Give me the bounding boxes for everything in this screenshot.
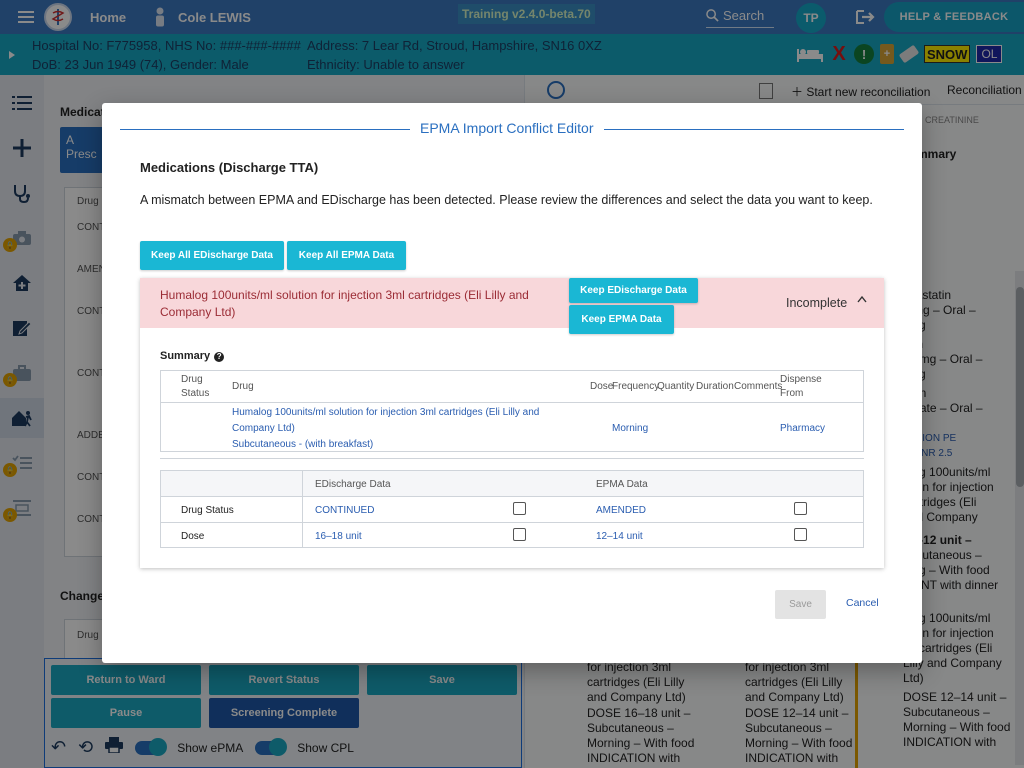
chevron-up-icon[interactable] bbox=[857, 292, 867, 306]
conflict-editor-dialog: EPMA Import Conflict Editor Medications … bbox=[102, 103, 922, 663]
drug-title: Humalog 100units/ml solution for injecti… bbox=[160, 288, 529, 319]
table-row: Drug Status CONTINUED AMENDED bbox=[161, 497, 863, 523]
epma-checkbox[interactable] bbox=[794, 528, 807, 541]
mismatch-message: A mismatch between EPMA and EDischarge h… bbox=[140, 193, 873, 207]
epma-value: AMENDED bbox=[596, 505, 647, 516]
column-header-dispense-from: Dispense From bbox=[780, 374, 822, 399]
summary-label: Summary? bbox=[160, 350, 225, 362]
conflict-panel-header[interactable]: Humalog 100units/ml solution for injecti… bbox=[140, 278, 884, 334]
conflict-panel: Humalog 100units/ml solution for injecti… bbox=[140, 278, 884, 568]
dialog-save-button[interactable]: Save bbox=[775, 590, 826, 619]
column-header-drug: Drug bbox=[232, 381, 254, 392]
epma-value: 12–14 unit bbox=[596, 531, 643, 542]
column-header-epma: EPMA Data bbox=[596, 479, 648, 490]
keep-edischarge-button[interactable]: Keep EDischarge Data bbox=[569, 278, 698, 303]
edischarge-checkbox[interactable] bbox=[513, 528, 526, 541]
edischarge-checkbox[interactable] bbox=[513, 502, 526, 515]
comparison-table-header: EDischarge Data EPMA Data bbox=[161, 471, 863, 497]
keep-all-epma-button[interactable]: Keep All EPMA Data bbox=[287, 241, 406, 270]
edischarge-value: CONTINUED bbox=[315, 505, 375, 516]
summary-table: Drug Status Drug Dose Frequency Quantity… bbox=[160, 370, 864, 452]
dialog-title: EPMA Import Conflict Editor bbox=[410, 120, 604, 136]
column-header-edischarge: EDischarge Data bbox=[315, 479, 391, 490]
column-header-dose: Dose bbox=[590, 381, 614, 392]
help-icon[interactable]: ? bbox=[214, 351, 225, 362]
epma-checkbox[interactable] bbox=[794, 502, 807, 515]
column-header-comments: Comments bbox=[734, 381, 783, 392]
row-label: Dose bbox=[181, 531, 205, 542]
keep-all-edischarge-button[interactable]: Keep All EDischarge Data bbox=[140, 241, 284, 270]
row-label: Drug Status bbox=[181, 505, 234, 516]
table-row: Dose 16–18 unit 12–14 unit bbox=[161, 523, 863, 549]
comparison-table: EDischarge Data EPMA Data Drug Status CO… bbox=[160, 470, 864, 548]
summary-drug-name: Humalog 100units/ml solution for injecti… bbox=[232, 407, 540, 434]
summary-text: Summary bbox=[160, 350, 211, 362]
column-header-drug-status: Drug Status bbox=[181, 374, 210, 399]
column-divider bbox=[302, 471, 303, 547]
summary-frequency: Morning bbox=[612, 423, 649, 434]
dialog-cancel-button[interactable]: Cancel bbox=[846, 597, 879, 609]
column-header-duration: Duration bbox=[696, 381, 734, 392]
keep-epma-button[interactable]: Keep EPMA Data bbox=[569, 305, 674, 334]
divider bbox=[160, 458, 864, 459]
summary-table-header: Drug Status Drug Dose Frequency Quantity… bbox=[161, 371, 863, 403]
section-title: Medications (Discharge TTA) bbox=[140, 160, 319, 175]
summary-dispense-from: Pharmacy bbox=[780, 423, 826, 434]
edischarge-value: 16–18 unit bbox=[315, 531, 362, 542]
column-header-frequency: Frequency bbox=[612, 381, 660, 392]
status-badge: Incomplete bbox=[786, 296, 848, 310]
column-header-quantity: Quantity bbox=[657, 381, 695, 392]
summary-route: Subcutaneous - (with breakfast) bbox=[232, 439, 374, 450]
